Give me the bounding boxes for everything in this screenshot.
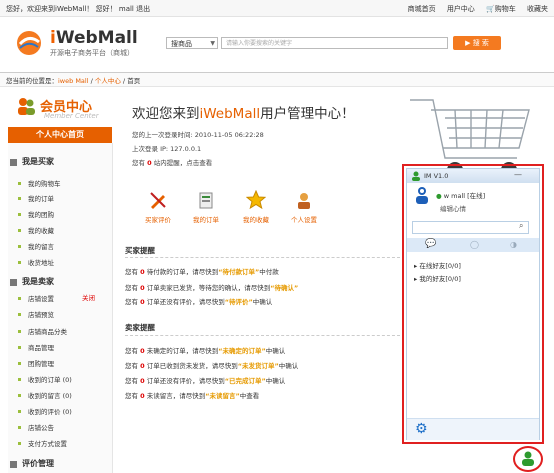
top-bar: 您好，欢迎来到iWebMall！ 您好！ mall 退出 商城首页 用户中心 🛒… xyxy=(0,0,554,17)
user-settings-icon xyxy=(298,193,310,209)
bullet-icon xyxy=(18,362,21,365)
seller-reminder-line: 您有 0 订单还没有评价，请尽快到“已完成订单”中确认 xyxy=(125,377,286,385)
divider xyxy=(125,257,400,258)
sidebar-item-announcement[interactable]: 店铺公告 xyxy=(28,422,54,432)
link-to-confirm[interactable]: “待确认” xyxy=(270,284,298,292)
sidebar-item-orders[interactable]: 我的订单 xyxy=(28,193,54,203)
brand-logo[interactable]: iiWebMallWebMall xyxy=(50,28,138,48)
shortcut-my-favorites[interactable]: 我的收藏 xyxy=(236,189,276,224)
sidebar-item-messages[interactable]: 我的留言 xyxy=(28,241,54,251)
shortcut-my-orders[interactable]: 我的订单 xyxy=(186,190,226,224)
link-unconfirmed-orders[interactable]: “未确定的订单” xyxy=(218,347,266,355)
bullet-icon xyxy=(18,313,21,316)
sidebar-item-products[interactable]: 商品管理 xyxy=(28,342,54,352)
breadcrumb: 您当前的位置是：iweb Mall / 个人中心 / 首页 xyxy=(6,77,141,85)
highlight-frame xyxy=(402,164,544,444)
top-link-user-center[interactable]: 用户中心 xyxy=(447,5,475,13)
bullet-icon xyxy=(18,346,21,349)
tagline: 开源电子商务平台（商城） xyxy=(50,49,134,57)
sidebar-item-received-messages[interactable]: 收到的留言 (0) xyxy=(28,390,72,400)
star-icon xyxy=(245,189,267,210)
member-icon xyxy=(18,98,35,115)
sidebar-item-favorites[interactable]: 我的收藏 xyxy=(28,225,54,235)
sidebar-item-address[interactable]: 收货地址 xyxy=(28,257,54,267)
buyer-icon xyxy=(10,159,17,166)
shortcut-buyer-review[interactable]: 买家评价 xyxy=(138,190,178,224)
bullet-icon xyxy=(18,182,21,185)
last-login-ip: 上次登录 IP: 127.0.0.1 xyxy=(132,145,202,153)
divider xyxy=(125,335,400,336)
bullet-icon xyxy=(18,261,21,264)
breadcrumb-item-home[interactable]: iweb Mall xyxy=(58,77,89,85)
sidebar-section-reviews[interactable]: 评价管理 xyxy=(22,458,54,469)
bullet-icon xyxy=(18,442,21,445)
bullet-icon xyxy=(18,426,21,429)
user-center-home-button[interactable]: 个人中心首页 xyxy=(8,127,112,143)
breadcrumb-item-current: 首页 xyxy=(127,77,141,85)
order-icon xyxy=(199,192,213,209)
sidebar-item-received-reviews[interactable]: 收到的评价 (0) xyxy=(28,406,72,416)
search-category-select[interactable]: 搜商品 ▼ xyxy=(166,37,218,49)
top-links: 商城首页 用户中心 🛒购物车 收藏夹 xyxy=(399,4,548,14)
pencil-icon xyxy=(150,192,166,209)
arrow-icon: ▶ xyxy=(465,39,473,47)
buyer-reminder-heading: 买家提醒 xyxy=(125,246,155,255)
buyer-reminder-line: 您有 0 待付款的订单，请尽快到“待付款订单”中付款 xyxy=(125,268,279,276)
bullet-icon xyxy=(18,197,21,200)
member-center-subtitle: Member Center xyxy=(44,112,99,120)
sidebar-item-groupbuy-manage[interactable]: 团购管理 xyxy=(28,358,54,368)
bullet-icon xyxy=(18,229,21,232)
search-input[interactable]: 请输入你要搜索的关键字 xyxy=(221,37,448,49)
shop-closed-label: 关闭 xyxy=(82,294,95,302)
bullet-icon xyxy=(18,330,21,333)
bullet-icon xyxy=(18,245,21,248)
bullet-icon xyxy=(18,297,21,300)
link-unpaid-orders[interactable]: “待付款订单” xyxy=(218,268,259,276)
breadcrumb-item-user[interactable]: 个人中心 xyxy=(95,77,121,85)
greeting-text: 您好，欢迎来到iWebMall！ 您好！ mall 退出 xyxy=(6,5,151,13)
search-button[interactable]: ▶ 搜 索 xyxy=(453,36,501,50)
sidebar-item-cart[interactable]: 我的购物车 xyxy=(28,178,61,188)
review-icon xyxy=(10,461,17,468)
top-link-cart[interactable]: 🛒购物车 xyxy=(486,5,516,13)
buyer-reminder-line: 您有 0 订单卖家已发货，等待您的确认，请尽快到“待确认” xyxy=(125,284,299,292)
sidebar-item-shop-preview[interactable]: 店铺预览 xyxy=(28,309,54,319)
seller-reminder-line: 您有 0 未读留言，请尽快到“未读留言”中查看 xyxy=(125,392,260,400)
last-login-time: 您的上一次登录时间: 2010-11-05 06:22:28 xyxy=(132,131,264,139)
bullet-icon xyxy=(18,378,21,381)
seller-reminder-line: 您有 0 未确定的订单，请尽快到“未确定的订单”中确认 xyxy=(125,347,286,355)
sidebar-item-received-orders[interactable]: 收到的订单 (0) xyxy=(28,374,72,384)
seller-reminder-line: 您有 0 订单已收到货未发货，请尽快到“未发货订单”中确认 xyxy=(125,362,299,370)
highlight-circle xyxy=(513,446,543,472)
sidebar-item-groupbuy[interactable]: 我的团购 xyxy=(28,209,54,219)
sidebar-item-categories[interactable]: 店铺商品分类 xyxy=(28,326,67,336)
top-link-favorites[interactable]: 收藏夹 xyxy=(527,5,548,13)
link-unread-messages[interactable]: “未读留言” xyxy=(205,392,240,400)
shortcut-personal-settings[interactable]: 个人设置 xyxy=(284,190,324,224)
cart-icon: 🛒 xyxy=(486,5,495,13)
link-to-review[interactable]: “待评价” xyxy=(225,298,253,306)
buyer-reminder-line: 您有 0 订单还没有评价，请尽快到“待评价”中确认 xyxy=(125,298,273,306)
sidebar-section-buyer[interactable]: 我是买家 xyxy=(22,156,54,167)
top-link-home[interactable]: 商城首页 xyxy=(408,5,436,13)
logo-icon xyxy=(17,31,41,55)
sidebar xyxy=(8,143,113,473)
sidebar-item-shop-settings[interactable]: 店铺设置 xyxy=(28,293,54,303)
seller-reminder-heading: 卖家提醒 xyxy=(125,323,155,332)
bullet-icon xyxy=(18,410,21,413)
bullet-icon xyxy=(18,213,21,216)
welcome-title: 欢迎您来到iWebMall用户管理中心！ xyxy=(132,106,355,122)
sidebar-section-seller[interactable]: 我是卖家 xyxy=(22,276,54,287)
link-unshipped-orders[interactable]: “未发货订单” xyxy=(238,362,279,370)
seller-icon xyxy=(10,279,17,286)
chevron-down-icon: ▼ xyxy=(210,40,215,47)
link-completed-orders[interactable]: “已完成订单” xyxy=(225,377,266,385)
site-notice[interactable]: 您有 0 站内提醒，点击查看 xyxy=(132,157,212,167)
bullet-icon xyxy=(18,394,21,397)
sidebar-item-payment[interactable]: 支付方式设置 xyxy=(28,438,67,448)
